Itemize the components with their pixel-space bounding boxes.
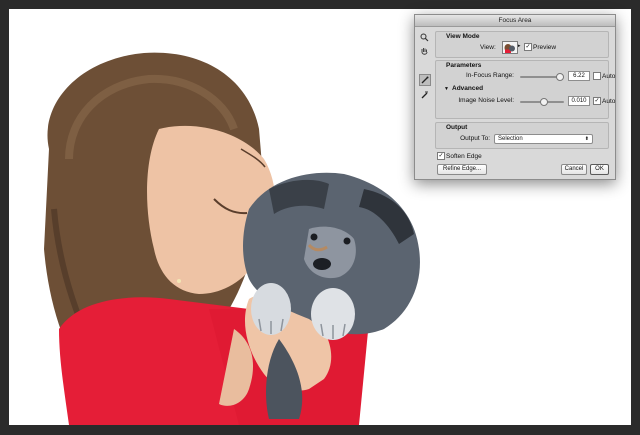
hand-icon[interactable] — [419, 46, 430, 57]
image-noise-auto-checkbox[interactable]: ✓ — [593, 97, 601, 105]
checkmark-icon: ✓ — [594, 98, 600, 104]
focus-add-brush-icon[interactable] — [419, 74, 431, 86]
view-thumbnail[interactable] — [502, 41, 518, 54]
refine-edge-button[interactable]: Refine Edge... — [437, 164, 487, 175]
image-noise-field[interactable]: 0.010 — [568, 96, 590, 106]
parameters-heading: Parameters — [446, 62, 482, 69]
in-focus-auto-checkbox[interactable] — [593, 72, 601, 80]
in-focus-range-label: In-Focus Range: — [465, 72, 514, 79]
tool-column — [418, 30, 432, 175]
output-heading: Output — [446, 124, 468, 131]
output-to-select[interactable]: Selection ⬍ — [494, 134, 593, 144]
image-noise-label: Image Noise Level: — [458, 97, 514, 104]
in-focus-range-slider[interactable] — [520, 73, 564, 81]
preview-label: Preview — [533, 44, 557, 51]
output-group: Output Output To: Selection ⬍ — [435, 122, 609, 149]
advanced-expand-icon[interactable]: ▼ — [444, 86, 449, 92]
parameters-group: Parameters In-Focus Range: 6.22 Auto ▼ A… — [435, 60, 615, 119]
image-noise-knob[interactable] — [540, 98, 548, 106]
dialog-title: Focus Area — [415, 15, 615, 27]
soften-edge-label: Soften Edge — [446, 153, 482, 160]
output-to-label: Output To: — [460, 135, 490, 142]
in-focus-range-knob[interactable] — [556, 73, 564, 81]
ok-button[interactable]: OK — [590, 164, 609, 175]
image-noise-auto-label: Auto — [602, 98, 616, 105]
soften-edge-checkbox[interactable]: ✓ — [437, 152, 445, 160]
zoom-icon[interactable] — [419, 32, 430, 43]
select-arrows-icon: ⬍ — [584, 136, 589, 142]
view-dropdown-arrow-icon[interactable]: ▸ — [518, 43, 521, 49]
focus-subtract-brush-icon[interactable] — [419, 89, 430, 100]
view-mode-heading: View Mode — [446, 33, 480, 40]
checkmark-icon: ✓ — [525, 44, 531, 50]
view-preview-icon — [504, 44, 515, 53]
cancel-button[interactable]: Cancel — [561, 164, 587, 175]
image-noise-slider[interactable] — [520, 98, 564, 106]
preview-checkbox[interactable]: ✓ — [524, 43, 532, 51]
output-to-value: Selection — [498, 136, 523, 142]
advanced-heading[interactable]: Advanced — [452, 85, 483, 92]
focus-area-dialog: Focus Area View Mode View: ▸ ✓ Preview P… — [414, 14, 616, 180]
view-label: View: — [480, 44, 496, 51]
view-mode-group: View Mode View: ▸ ✓ Preview — [435, 31, 609, 58]
checkmark-icon: ✓ — [438, 153, 444, 159]
in-focus-range-field[interactable]: 6.22 — [568, 71, 590, 81]
in-focus-auto-label: Auto — [602, 73, 616, 80]
